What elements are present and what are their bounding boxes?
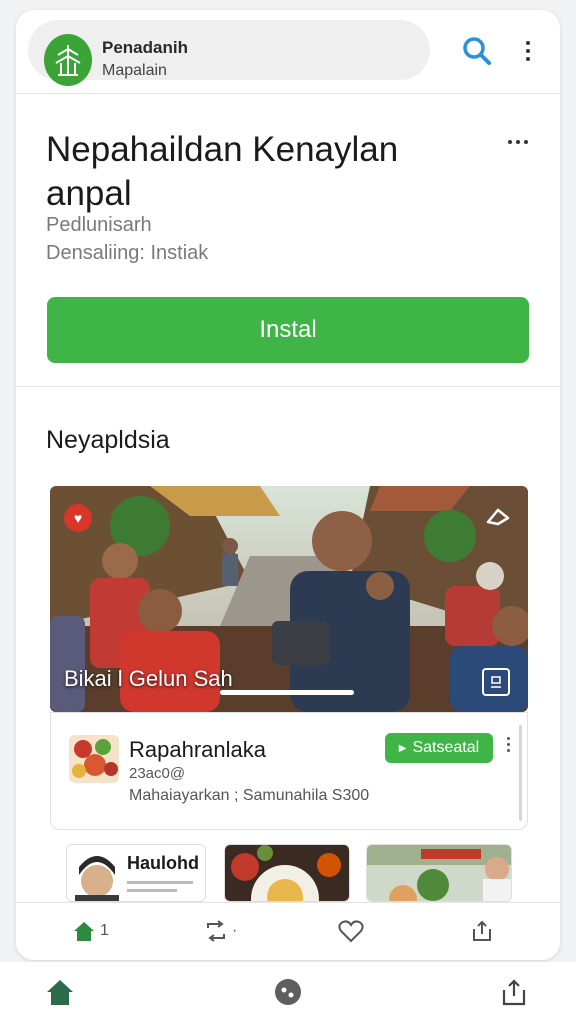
listing-meta: Mahaiayarkan ; Samunahila S300 xyxy=(129,787,370,804)
section-divider xyxy=(16,386,560,387)
install-button[interactable]: Instal xyxy=(47,297,529,363)
hero-progress-bar xyxy=(220,690,354,695)
app-title: Nepahaildan Kenaylan anpal xyxy=(46,130,399,213)
home-icon xyxy=(74,922,94,941)
install-status: Densaliing: Instiak xyxy=(46,242,209,264)
search-icon[interactable] xyxy=(460,34,494,68)
listing-subtitle: 23ac0@ xyxy=(129,765,186,782)
home-icon xyxy=(47,980,73,1005)
thumbnail-title: Haulohd xyxy=(127,853,199,873)
top-bar: Penadanih Mapalain xyxy=(16,10,560,94)
heart-outline-icon xyxy=(338,920,364,943)
nav-discover[interactable] xyxy=(270,974,306,1010)
discover-icon xyxy=(275,979,301,1005)
temple-icon xyxy=(44,34,92,86)
tab-home[interactable]: 1 xyxy=(72,913,109,949)
header-divider xyxy=(16,93,560,94)
app-card: Penadanih Mapalain Nepahaildan Kenaylan … xyxy=(16,10,560,960)
nav-share[interactable] xyxy=(496,974,532,1010)
heart-icon[interactable]: ♥ xyxy=(64,504,92,532)
repost-icon xyxy=(207,920,225,942)
bottom-nav xyxy=(0,962,576,1024)
hero-image[interactable]: ♥ Bikai l Gelun Sah xyxy=(50,486,528,712)
section-title: Neyapldsia xyxy=(46,426,170,454)
listing-thumbnail xyxy=(69,735,119,783)
more-vertical-icon[interactable] xyxy=(503,737,513,759)
listing-card[interactable]: Rapahranlaka 23ac0@ Mahaiayarkan ; Samun… xyxy=(50,712,528,830)
tab-like[interactable] xyxy=(338,913,364,949)
developer-name[interactable]: Pedlunisarh xyxy=(46,214,152,237)
thumbnail-row: Haulohd xyxy=(66,844,544,902)
more-horizontal-icon[interactable] xyxy=(508,132,538,152)
brand-name: Penadanih xyxy=(102,38,188,57)
share-icon[interactable] xyxy=(484,504,512,532)
thumbnail-card[interactable] xyxy=(224,844,350,902)
scrollbar[interactable] xyxy=(519,725,522,821)
thumbnail-card[interactable] xyxy=(366,844,512,902)
brand-subtitle: Mapalain xyxy=(102,62,167,79)
play-icon: ▶ xyxy=(398,742,407,754)
share-out-icon xyxy=(473,920,491,941)
nav-home[interactable] xyxy=(42,974,78,1010)
brand-pill[interactable]: Penadanih Mapalain xyxy=(28,20,430,86)
card-tab-bar: 1 · xyxy=(16,902,560,960)
tab-share[interactable] xyxy=(470,913,494,949)
hero-caption: Bikai l Gelun Sah xyxy=(64,666,233,691)
share-out-icon xyxy=(502,979,526,1006)
expand-icon[interactable] xyxy=(482,668,510,696)
more-vertical-icon[interactable] xyxy=(516,34,540,68)
thumbnail-card[interactable]: Haulohd xyxy=(66,844,206,902)
listing-action-button[interactable]: ▶ Satseatal xyxy=(385,733,493,763)
listing-title: Rapahranlaka xyxy=(129,737,266,762)
tab-repost[interactable]: · xyxy=(204,913,237,949)
